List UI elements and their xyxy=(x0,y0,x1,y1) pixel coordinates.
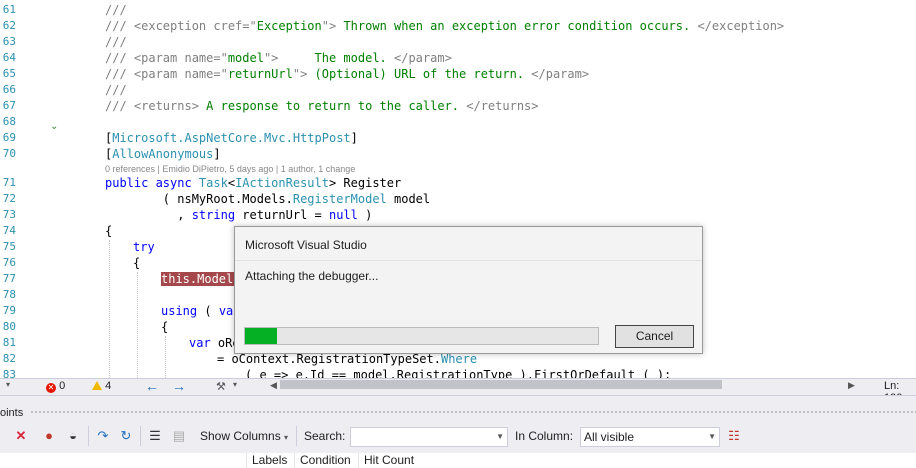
code-line: = oContext.RegistrationTypeSet.Where xyxy=(217,352,478,366)
line-number: 78 xyxy=(2,288,16,301)
code-line: /// <param name="returnUrl"> (Optional) … xyxy=(105,67,590,81)
line-number: 77 xyxy=(2,272,16,285)
code-line: [Microsoft.AspNetCore.Mvc.HttpPost] xyxy=(105,131,358,145)
show-columns-button[interactable]: Show Columns ▾ xyxy=(200,429,288,443)
line-number: 66 xyxy=(2,83,16,96)
line-number: 82 xyxy=(2,352,16,365)
dialog-title: Microsoft Visual Studio xyxy=(245,238,367,252)
brush-dropdown-icon[interactable]: ▾ xyxy=(233,380,237,389)
cancel-button[interactable]: Cancel xyxy=(615,325,694,348)
search-input[interactable]: ▼ xyxy=(350,427,508,447)
code-line: [AllowAnonymous] xyxy=(105,147,221,161)
code-line: /// xyxy=(105,3,127,17)
codelens-info[interactable]: 0 references | Emidio DiPietro, 5 days a… xyxy=(105,163,355,175)
line-number: 63 xyxy=(2,35,16,48)
indent-guide xyxy=(165,336,166,378)
column-header-condition[interactable]: Condition xyxy=(294,453,351,468)
error-count[interactable]: ✕ 0 xyxy=(46,380,65,393)
code-line: ( nsMyRoot.Models.RegisterModel model xyxy=(105,192,431,206)
scroll-right-icon[interactable]: ▶ xyxy=(848,380,855,391)
warning-count[interactable]: 4 xyxy=(92,380,111,392)
go-to-disassembly-icon[interactable]: ↻ xyxy=(117,427,135,445)
in-column-select[interactable]: All visible ▼ xyxy=(580,427,720,447)
breakpoint-line: this.ModelS xyxy=(161,272,241,286)
progress-fill xyxy=(245,328,277,344)
code-line: /// <returns> A response to return to th… xyxy=(105,99,539,113)
line-number: 71 xyxy=(2,176,16,189)
title-grip xyxy=(30,410,916,414)
code-line: try xyxy=(133,240,155,254)
line-number: 69 xyxy=(2,131,16,144)
dialog-message: Attaching the debugger... xyxy=(245,269,379,283)
go-to-source-icon[interactable]: ↷ xyxy=(94,427,112,445)
scrollbar-thumb[interactable] xyxy=(280,380,722,389)
export-icon[interactable]: ☰ xyxy=(146,427,164,445)
code-line: /// <exception cref="Exception"> Thrown … xyxy=(105,19,785,33)
line-number: 65 xyxy=(2,67,16,80)
line-number: 62 xyxy=(2,19,16,32)
breakpoints-toolbar: ✕ ● ◒ ↷ ↻ ☰ ▤ Show Columns ▾ Search: ▼ I… xyxy=(0,419,916,453)
dialog-body: Attaching the debugger... Cancel xyxy=(235,260,702,353)
code-line: ( e => e.Id == model.RegistrationType ).… xyxy=(245,368,672,378)
import-icon[interactable]: ▤ xyxy=(170,427,188,445)
code-line: public async Task<IActionResult> Registe… xyxy=(105,176,402,190)
navigate-forward-icon[interactable]: → xyxy=(172,378,186,394)
line-number: 79 xyxy=(2,304,16,317)
code-line: { xyxy=(133,256,141,270)
search-label: Search: xyxy=(304,429,346,443)
line-number: 81 xyxy=(2,336,16,349)
warning-icon xyxy=(92,381,102,390)
breakpoints-column-headers: Labels Condition Hit Count xyxy=(0,453,916,468)
line-number: 67 xyxy=(2,99,16,112)
indent-guide xyxy=(109,240,110,378)
panel-title: oints xyxy=(0,407,24,419)
toolbar-separator xyxy=(140,426,141,446)
delete-breakpoint-icon[interactable]: ✕ xyxy=(12,427,30,445)
editor-status-bar: ▾ ✕ 0 4 ← → ⚒ ▾ ◀ ▶ Ln: 190 xyxy=(0,378,916,404)
line-number: 70 xyxy=(2,147,16,160)
column-header-labels[interactable]: Labels xyxy=(246,453,287,468)
line-number: 68 xyxy=(2,115,16,128)
line-number: 83 xyxy=(2,368,16,378)
code-line: { xyxy=(161,320,169,334)
zoom-dropdown-arrow-icon[interactable]: ▾ xyxy=(6,380,10,389)
line-number: 72 xyxy=(2,192,16,205)
navigate-back-icon[interactable]: ← xyxy=(145,378,159,394)
toolbar-separator xyxy=(296,426,297,446)
line-number: 64 xyxy=(2,51,16,64)
error-icon: ✕ xyxy=(46,383,56,393)
in-column-label: In Column: xyxy=(515,429,574,443)
attaching-debugger-dialog: Microsoft Visual Studio Attaching the de… xyxy=(234,226,703,354)
code-line: , string returnUrl = null ) xyxy=(105,208,373,222)
delete-all-breakpoints-icon[interactable]: ● xyxy=(40,427,58,445)
line-number: 73 xyxy=(2,208,16,221)
code-line: var oRe xyxy=(189,336,240,350)
code-line: using ( var xyxy=(161,304,241,318)
code-line: { xyxy=(105,224,113,238)
reset-columns-icon[interactable]: ☷ xyxy=(725,427,743,445)
toggle-all-breakpoints-icon[interactable]: ◒ xyxy=(64,427,82,445)
search-dropdown-icon[interactable]: ▼ xyxy=(496,428,504,446)
line-number: 75 xyxy=(2,240,16,253)
change-marker-icon: ⌄ xyxy=(50,121,59,132)
progress-bar xyxy=(244,327,599,345)
line-number: 61 xyxy=(2,3,16,16)
code-line: /// <param name="model"> The model. </pa… xyxy=(105,51,452,65)
indent-guide xyxy=(137,272,138,378)
in-column-dropdown-icon[interactable]: ▼ xyxy=(708,428,716,446)
toolbar-separator xyxy=(88,426,89,446)
line-number: 80 xyxy=(2,320,16,333)
column-header-hit-count[interactable]: Hit Count xyxy=(358,453,414,468)
line-number: 76 xyxy=(2,256,16,269)
line-number: 74 xyxy=(2,224,16,237)
brush-icon[interactable]: ⚒ xyxy=(216,380,226,393)
breakpoints-panel-title-bar[interactable]: oints xyxy=(0,395,916,419)
code-line: /// xyxy=(105,83,127,97)
code-line: /// xyxy=(105,35,127,49)
horizontal-scrollbar[interactable] xyxy=(268,380,858,389)
